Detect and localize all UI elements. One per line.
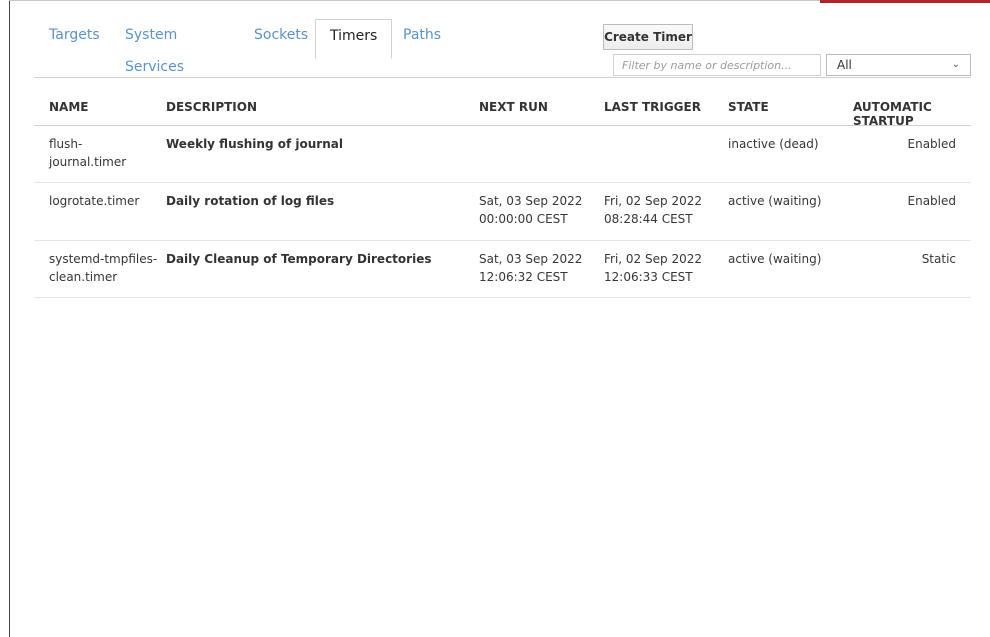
column-header-name[interactable]: NAME xyxy=(49,100,88,114)
tab-system-services[interactable]: System Services xyxy=(125,19,184,75)
column-header-next-run[interactable]: NEXT RUN xyxy=(479,100,548,114)
create-timer-button[interactable]: Create Timer xyxy=(603,24,693,50)
table-row[interactable]: flush-journal.timer Weekly flushing of j… xyxy=(34,126,971,183)
cell-description: Weekly flushing of journal xyxy=(166,137,343,151)
tab-sockets[interactable]: Sockets xyxy=(254,19,308,59)
cell-last-trigger: Fri, 02 Sep 2022 12:06:33 CEST xyxy=(604,252,702,284)
table-row[interactable]: logrotate.timer Daily rotation of log fi… xyxy=(34,183,971,241)
cell-automatic-startup: Enabled xyxy=(907,194,957,208)
cell-state: active (waiting) xyxy=(728,194,822,208)
column-header-description[interactable]: DESCRIPTION xyxy=(166,100,257,114)
state-filter-value: All xyxy=(837,58,852,72)
cell-name: systemd-tmpfiles-clean.timer xyxy=(49,252,158,284)
cell-state: active (waiting) xyxy=(728,252,822,266)
row-divider xyxy=(34,297,971,298)
cell-automatic-startup: Enabled xyxy=(907,137,957,151)
cell-automatic-startup: Static xyxy=(921,252,956,266)
tab-timers[interactable]: Timers xyxy=(315,19,393,59)
cell-description: Daily Cleanup of Temporary Directories xyxy=(166,252,432,266)
cell-description: Daily rotation of log files xyxy=(166,194,335,208)
cell-name: logrotate.timer xyxy=(49,194,140,208)
filter-input[interactable] xyxy=(613,54,821,76)
cell-state: inactive (dead) xyxy=(728,137,819,151)
state-filter-select[interactable]: All ⌄ xyxy=(826,54,971,76)
window-left-border xyxy=(9,0,10,637)
column-header-state[interactable]: STATE xyxy=(728,100,769,114)
column-header-automatic-startup[interactable]: AUTOMATIC STARTUP xyxy=(853,100,971,128)
cell-name: flush-journal.timer xyxy=(49,137,127,169)
tab-targets[interactable]: Targets xyxy=(49,19,100,59)
tabs-divider xyxy=(34,77,971,78)
table-row[interactable]: systemd-tmpfiles-clean.timer Daily Clean… xyxy=(34,241,971,298)
accent-bar xyxy=(820,0,990,3)
chevron-down-icon: ⌄ xyxy=(951,59,960,70)
column-header-last-trigger[interactable]: LAST TRIGGER xyxy=(604,100,701,114)
tab-paths[interactable]: Paths xyxy=(403,19,441,59)
cell-last-trigger: Fri, 02 Sep 2022 08:28:44 CEST xyxy=(604,194,702,226)
cell-next-run: Sat, 03 Sep 2022 00:00:00 CEST xyxy=(479,194,583,226)
cell-next-run: Sat, 03 Sep 2022 12:06:32 CEST xyxy=(479,252,583,284)
